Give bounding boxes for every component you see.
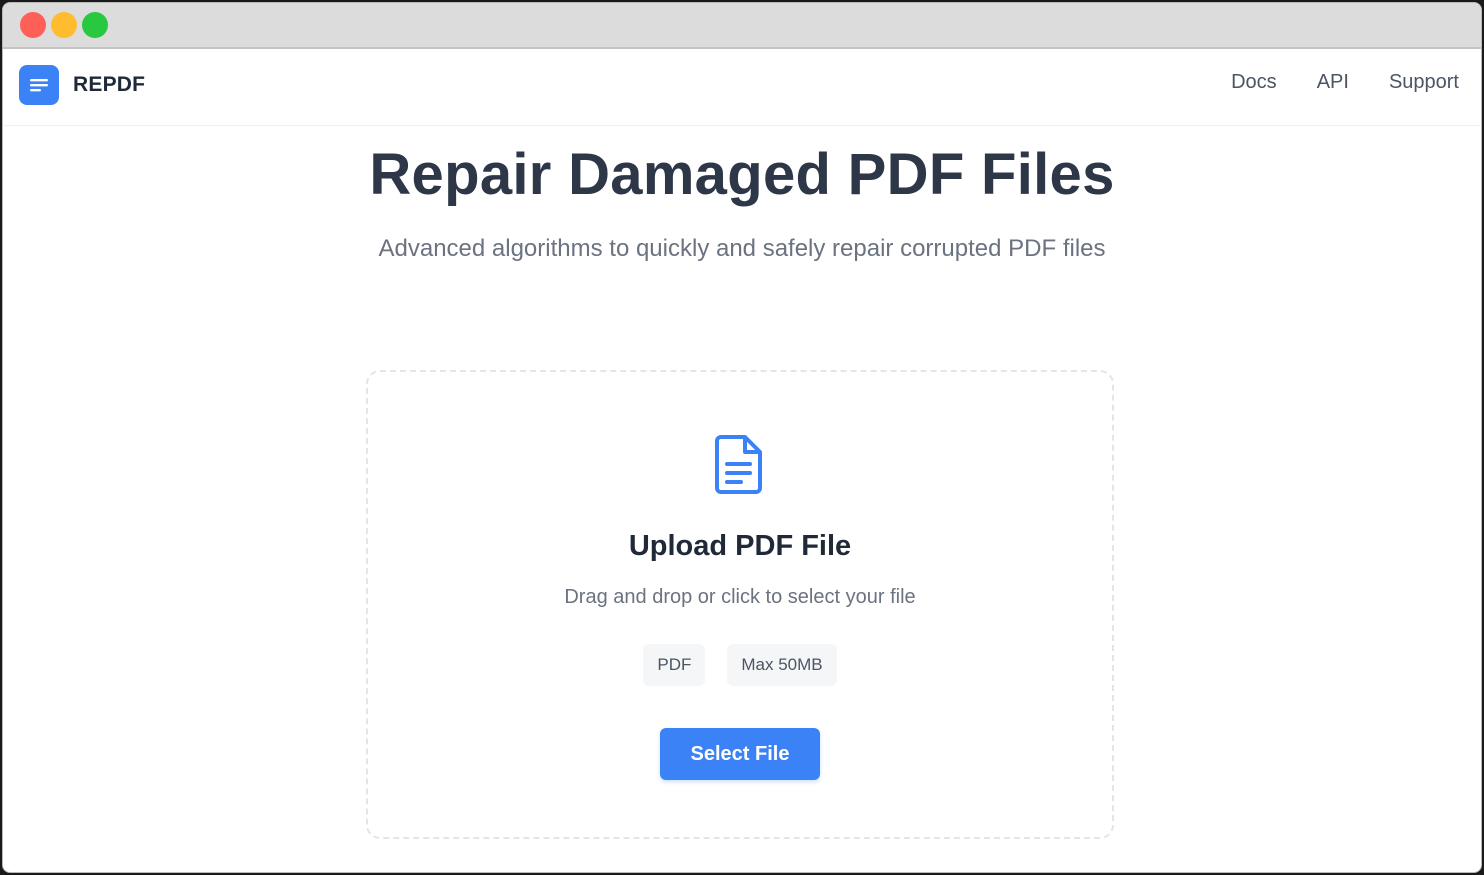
window-titlebar: [3, 3, 1481, 49]
nav-link-docs[interactable]: Docs: [1231, 71, 1277, 94]
maximize-window-button[interactable]: [82, 12, 108, 38]
max-size-chip: Max 50MB: [727, 644, 837, 686]
upload-title: Upload PDF File: [628, 530, 852, 562]
minimize-window-button[interactable]: [51, 12, 77, 38]
browser-window: REPDF Docs API Support Repair Damaged PD…: [2, 2, 1482, 873]
document-lines-icon: [19, 65, 59, 105]
close-window-button[interactable]: [20, 12, 46, 38]
brand-home-link[interactable]: REPDF: [19, 65, 145, 105]
top-navbar: REPDF Docs API Support: [3, 49, 1481, 126]
upload-hint: Drag and drop or click to select your fi…: [564, 586, 916, 608]
nav-link-api[interactable]: API: [1317, 71, 1349, 94]
brand-name: REPDF: [73, 73, 146, 96]
file-type-chip: PDF: [643, 644, 706, 686]
file-requirements: PDF Max 50MB: [368, 644, 1112, 686]
upload-dropzone[interactable]: Upload PDF File Drag and drop or click t…: [366, 370, 1114, 839]
document-icon: [713, 434, 765, 494]
select-file-button[interactable]: Select File: [660, 728, 820, 780]
page-title: Repair Damaged PDF Files: [369, 142, 1115, 207]
nav-link-support[interactable]: Support: [1389, 71, 1459, 94]
nav-links: Docs API Support: [1231, 71, 1459, 94]
page-subtitle: Advanced algorithms to quickly and safel…: [378, 235, 1106, 262]
